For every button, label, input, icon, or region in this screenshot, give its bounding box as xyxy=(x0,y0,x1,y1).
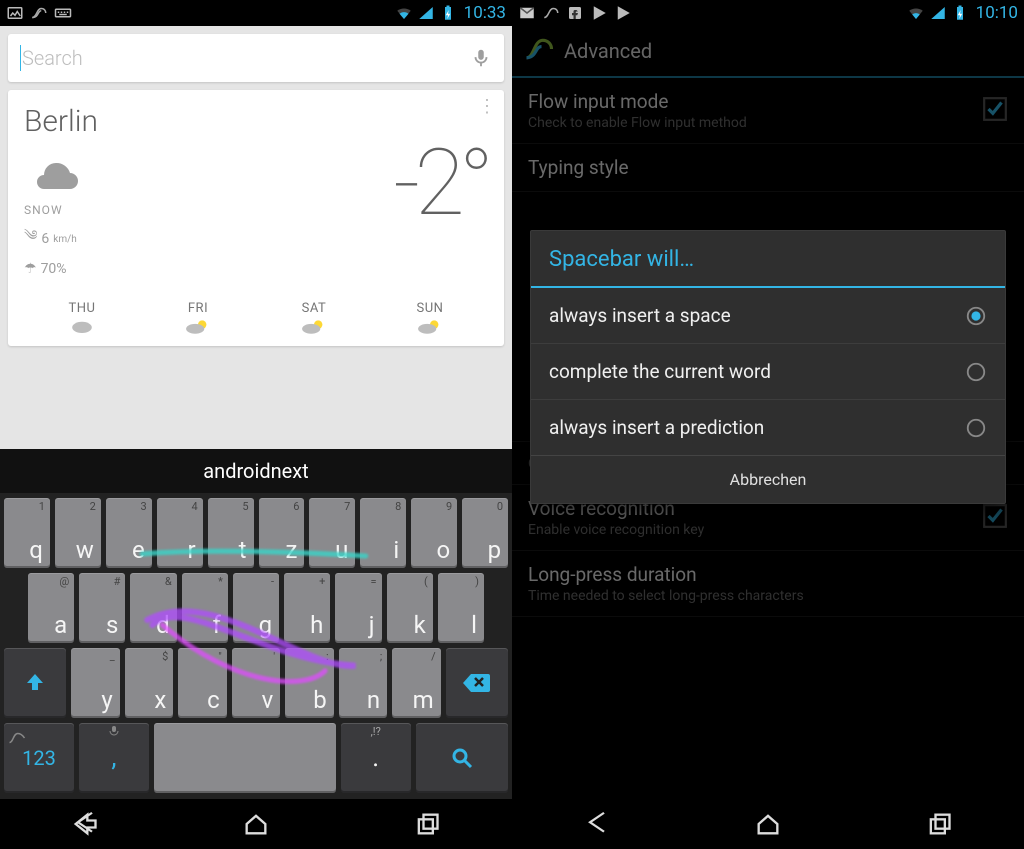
radio-unselected-icon xyxy=(965,361,987,383)
nav-bar xyxy=(0,799,512,849)
search-input[interactable]: Search xyxy=(8,34,504,82)
key-g[interactable]: -g xyxy=(233,573,279,643)
recents-button[interactable] xyxy=(899,804,979,844)
key-a[interactable]: @a xyxy=(28,573,74,643)
mic-small-icon xyxy=(109,725,119,740)
battery-charging-icon xyxy=(951,4,969,22)
search-placeholder: Search xyxy=(22,46,470,70)
key-m[interactable]: /m xyxy=(392,648,440,718)
key-c[interactable]: "c xyxy=(178,648,226,718)
shift-key[interactable] xyxy=(4,648,66,718)
status-bar: 10:10 xyxy=(512,0,1024,26)
back-button[interactable] xyxy=(45,804,125,844)
keyboard[interactable]: androidnext 1q2w3e4r5t6z7u8i9o0p @a#s&d*… xyxy=(0,449,512,799)
key-x[interactable]: $x xyxy=(125,648,173,718)
wifi-icon xyxy=(907,4,925,22)
gmail-icon xyxy=(518,4,536,22)
candidate-bar[interactable]: androidnext xyxy=(0,449,512,493)
recents-button[interactable] xyxy=(387,804,467,844)
key-q[interactable]: 1q xyxy=(4,498,50,568)
screenshot-left: 10:33 Search ⋮ Berlin xyxy=(0,0,512,849)
weather-card[interactable]: ⋮ Berlin SNOW ༄6km/h ☂70% -2° T xyxy=(8,90,504,346)
weather-precip: ☂70% xyxy=(24,261,88,277)
key-p[interactable]: 0p xyxy=(462,498,508,568)
key-y[interactable]: _y xyxy=(71,648,119,718)
search-key[interactable] xyxy=(416,723,508,793)
option-insert-prediction[interactable]: always insert a prediction xyxy=(531,400,1005,455)
key-u[interactable]: 7u xyxy=(309,498,355,568)
period-key[interactable]: ,!? . xyxy=(341,723,411,793)
weather-condition: SNOW xyxy=(24,203,88,217)
google-now-area: Search ⋮ Berlin SNOW ༄6km/h xyxy=(0,26,512,449)
picture-icon xyxy=(6,4,24,22)
dialog-title: Spacebar will… xyxy=(531,231,1005,288)
space-key[interactable] xyxy=(154,723,336,793)
status-time: 10:10 xyxy=(976,3,1018,23)
key-f[interactable]: *f xyxy=(182,573,228,643)
key-j[interactable]: =j xyxy=(335,573,381,643)
key-b[interactable]: :b xyxy=(285,648,333,718)
key-w[interactable]: 2w xyxy=(55,498,101,568)
wifi-icon xyxy=(395,4,413,22)
signal-icon xyxy=(929,4,947,22)
forecast-row: THU FRI SAT SUN xyxy=(24,295,488,346)
num-key[interactable]: 123 xyxy=(4,723,74,793)
back-button[interactable] xyxy=(557,804,637,844)
key-s[interactable]: #s xyxy=(79,573,125,643)
battery-charging-icon xyxy=(439,4,457,22)
radio-selected-icon xyxy=(965,305,987,327)
key-e[interactable]: 3e xyxy=(106,498,152,568)
swiftkey-small-icon xyxy=(8,726,26,750)
play-icon xyxy=(590,4,608,22)
option-always-space[interactable]: always insert a space xyxy=(531,288,1005,344)
key-l[interactable]: )l xyxy=(438,573,484,643)
swiftkey-icon xyxy=(542,4,560,22)
weather-wind: ༄6km/h xyxy=(24,219,88,259)
home-button[interactable] xyxy=(216,804,296,844)
nav-bar xyxy=(512,799,1024,849)
facebook-icon xyxy=(566,4,584,22)
comma-key[interactable]: , xyxy=(79,723,149,793)
keyboard-icon xyxy=(54,4,72,22)
mic-icon[interactable] xyxy=(470,47,492,69)
dialog-cancel-button[interactable]: Abbrechen xyxy=(531,455,1005,503)
signal-icon xyxy=(417,4,435,22)
swiftkey-icon xyxy=(30,4,48,22)
status-bar: 10:33 xyxy=(0,0,512,26)
weather-cloud-icon xyxy=(24,145,88,197)
status-time: 10:33 xyxy=(464,3,506,23)
play-icon xyxy=(614,4,632,22)
backspace-key[interactable] xyxy=(446,648,508,718)
home-button[interactable] xyxy=(728,804,808,844)
key-d[interactable]: &d xyxy=(130,573,176,643)
key-t[interactable]: 5t xyxy=(208,498,254,568)
weather-temp: -2° xyxy=(393,145,488,223)
key-h[interactable]: +h xyxy=(284,573,330,643)
key-i[interactable]: 8i xyxy=(360,498,406,568)
card-menu-icon[interactable]: ⋮ xyxy=(478,104,494,110)
option-complete-word[interactable]: complete the current word xyxy=(531,344,1005,400)
spacebar-dialog: Spacebar will… always insert a space com… xyxy=(530,230,1006,504)
key-z[interactable]: 6z xyxy=(259,498,305,568)
key-o[interactable]: 9o xyxy=(411,498,457,568)
key-k[interactable]: (k xyxy=(387,573,433,643)
key-r[interactable]: 4r xyxy=(157,498,203,568)
radio-unselected-icon xyxy=(965,417,987,439)
key-v[interactable]: 'v xyxy=(232,648,280,718)
screenshot-right: 10:10 Advanced Flow input mode Check to … xyxy=(512,0,1024,849)
key-n[interactable]: ;n xyxy=(339,648,387,718)
